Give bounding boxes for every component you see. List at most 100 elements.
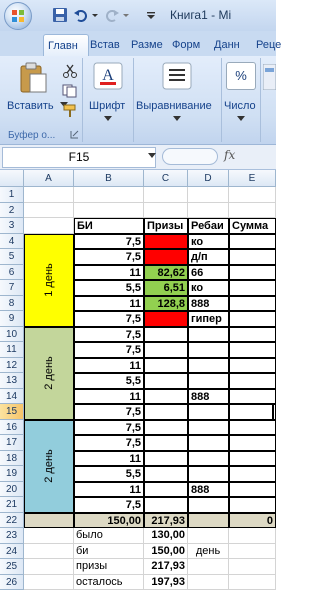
- header-rebuys[interactable]: Ребаи: [188, 218, 229, 234]
- cell-c10[interactable]: [144, 326, 188, 342]
- row-header-24[interactable]: 24: [0, 543, 24, 559]
- office-button[interactable]: [4, 2, 32, 30]
- cell-e15[interactable]: [229, 404, 276, 420]
- cell-b7[interactable]: 5,5: [74, 280, 144, 296]
- copy-icon[interactable]: [62, 84, 78, 98]
- cell-e8[interactable]: [229, 295, 276, 311]
- summary-label-26[interactable]: осталось: [74, 574, 144, 590]
- cell-c15[interactable]: [144, 404, 188, 420]
- cell-b2[interactable]: [74, 202, 144, 218]
- cell-b11[interactable]: 7,5: [74, 342, 144, 358]
- summary-label-25[interactable]: призы: [74, 559, 144, 575]
- cell-b9[interactable]: 7,5: [74, 311, 144, 327]
- cell-d6[interactable]: 66: [188, 264, 229, 280]
- tab-home[interactable]: Главн: [43, 34, 89, 57]
- column-header-c[interactable]: C: [144, 170, 188, 187]
- cell-b21[interactable]: 7,5: [74, 497, 144, 513]
- paste-icon[interactable]: [18, 62, 48, 94]
- cell-e11[interactable]: [229, 342, 276, 358]
- row-header-11[interactable]: 11: [0, 342, 24, 358]
- cell-c11[interactable]: [144, 342, 188, 358]
- cell-a25[interactable]: [24, 559, 74, 575]
- tab-review[interactable]: Реце: [252, 34, 284, 56]
- cell-b10[interactable]: 7,5: [74, 326, 144, 342]
- cell-e10[interactable]: [229, 326, 276, 342]
- cell-c8[interactable]: 128,8: [144, 295, 188, 311]
- total-bi[interactable]: 150,00: [74, 512, 144, 528]
- cell-c6[interactable]: 82,62: [144, 264, 188, 280]
- cell-b1[interactable]: [74, 187, 144, 203]
- cell-c17[interactable]: [144, 435, 188, 451]
- row-header-13[interactable]: 13: [0, 373, 24, 389]
- row-header-8[interactable]: 8: [0, 295, 24, 311]
- cell-e16[interactable]: [229, 419, 276, 435]
- cell-b4[interactable]: 7,5: [74, 233, 144, 249]
- redo-icon[interactable]: [104, 7, 120, 23]
- row-header-25[interactable]: 25: [0, 559, 24, 575]
- cell-b6[interactable]: 11: [74, 264, 144, 280]
- cell-b20[interactable]: 11: [74, 481, 144, 497]
- row-header-5[interactable]: 5: [0, 249, 24, 265]
- header-sum[interactable]: Сумма: [229, 218, 276, 234]
- cell-d11[interactable]: [188, 342, 229, 358]
- cell-e4[interactable]: [229, 233, 276, 249]
- cell-e18[interactable]: [229, 450, 276, 466]
- cell-a1[interactable]: [24, 187, 74, 203]
- cell-a26[interactable]: [24, 574, 74, 590]
- styles-icon[interactable]: [263, 64, 276, 90]
- cell-e26[interactable]: [229, 574, 276, 590]
- cell-d2[interactable]: [188, 202, 229, 218]
- cell-e21[interactable]: [229, 497, 276, 513]
- total-sum[interactable]: 0: [229, 512, 276, 528]
- cell-a3[interactable]: [24, 218, 74, 234]
- percent-icon[interactable]: %: [226, 62, 256, 90]
- row-header-22[interactable]: 22: [0, 512, 24, 528]
- row-header-17[interactable]: 17: [0, 435, 24, 451]
- name-box[interactable]: F15: [2, 147, 156, 168]
- font-dropdown-icon[interactable]: [104, 116, 112, 122]
- name-box-dropdown-icon[interactable]: [148, 153, 156, 159]
- number-dropdown-icon[interactable]: [237, 116, 245, 122]
- alignment-button[interactable]: Выравнивание: [136, 100, 212, 112]
- cell-b19[interactable]: 5,5: [74, 466, 144, 482]
- paste-button[interactable]: Вставить: [7, 100, 54, 112]
- cell-c14[interactable]: [144, 388, 188, 404]
- cell-c5[interactable]: [144, 249, 188, 265]
- cell-b14[interactable]: 11: [74, 388, 144, 404]
- insert-function-button[interactable]: fx: [224, 148, 235, 162]
- cell-b8[interactable]: 11: [74, 295, 144, 311]
- cell-e6[interactable]: [229, 264, 276, 280]
- format-painter-icon[interactable]: [62, 104, 78, 118]
- day-1-label-block[interactable]: 1 день: [24, 233, 74, 327]
- cell-d14[interactable]: 888: [188, 388, 229, 404]
- cell-d9[interactable]: гипер: [188, 311, 229, 327]
- cell-d26[interactable]: [188, 574, 229, 590]
- row-header-4[interactable]: 4: [0, 233, 24, 249]
- alignment-dropdown-icon[interactable]: [173, 116, 181, 122]
- summary-value-23[interactable]: 130,00: [144, 528, 188, 544]
- summary-value-25[interactable]: 217,93: [144, 559, 188, 575]
- cell-e24[interactable]: [229, 543, 276, 559]
- cell-d8[interactable]: 888: [188, 295, 229, 311]
- cell-e25[interactable]: [229, 559, 276, 575]
- customize-toolbar-icon[interactable]: [146, 7, 156, 23]
- row-header-10[interactable]: 10: [0, 326, 24, 342]
- cell-d18[interactable]: [188, 450, 229, 466]
- dialog-launcher-icon[interactable]: [70, 130, 79, 139]
- cell-c20[interactable]: [144, 481, 188, 497]
- undo-dropdown-icon[interactable]: [91, 7, 99, 23]
- undo-icon[interactable]: [73, 7, 89, 23]
- row-header-26[interactable]: 26: [0, 574, 24, 590]
- cell-c19[interactable]: [144, 466, 188, 482]
- cell-e14[interactable]: [229, 388, 276, 404]
- cell-c9[interactable]: [144, 311, 188, 327]
- cell-b16[interactable]: 7,5: [74, 419, 144, 435]
- day-2-label-block[interactable]: 2 день: [24, 326, 74, 420]
- cell-d4[interactable]: ко: [188, 233, 229, 249]
- row-header-3[interactable]: 3: [0, 218, 24, 234]
- tab-page-layout[interactable]: Разме: [127, 34, 171, 56]
- redo-dropdown-icon[interactable]: [122, 7, 130, 23]
- column-header-e[interactable]: E: [229, 170, 276, 187]
- cell-e7[interactable]: [229, 280, 276, 296]
- day-3-label-block[interactable]: 2 день: [24, 419, 74, 513]
